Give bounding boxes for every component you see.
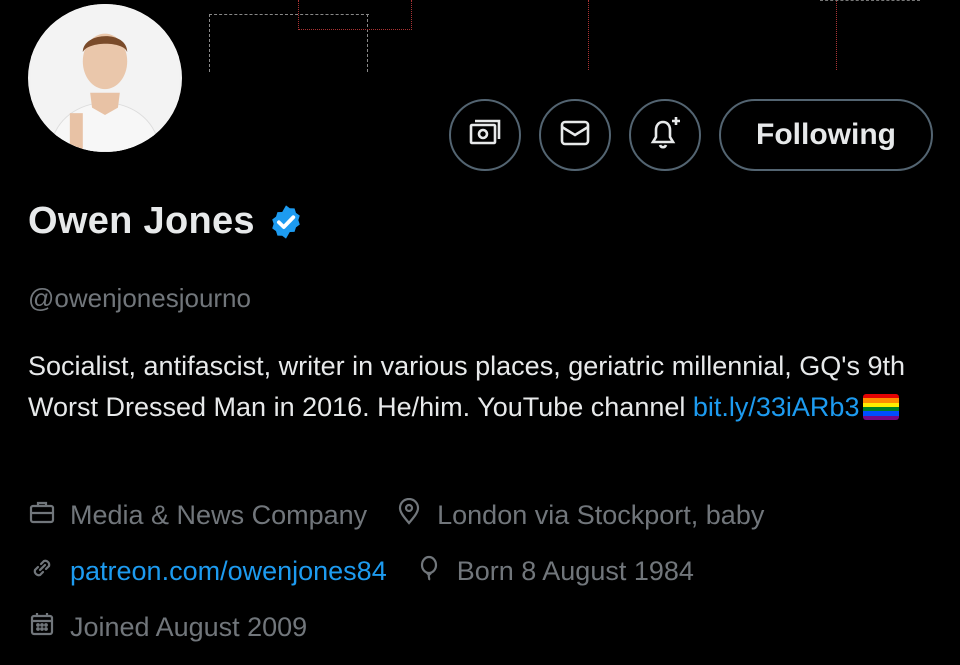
category-label: Media & News Company	[70, 500, 368, 530]
category-item: Media & News Company	[28, 498, 367, 533]
location-label: London via Stockport, baby	[437, 500, 765, 530]
display-name: Owen Jones	[28, 200, 255, 242]
verified-badge-icon[interactable]	[267, 203, 305, 241]
subscribe-button[interactable]	[449, 99, 521, 171]
envelope-icon	[555, 113, 595, 158]
balloon-icon	[415, 554, 443, 589]
profile-actions: Following	[449, 99, 933, 171]
briefcase-icon	[28, 498, 56, 533]
user-handle: @owenjonesjourno	[28, 283, 251, 313]
money-icon	[465, 113, 505, 158]
website-link[interactable]: patreon.com/owenjones84	[70, 556, 387, 587]
bell-plus-icon	[645, 113, 685, 158]
bio-link[interactable]: bit.ly/33iARb3	[693, 392, 860, 422]
message-button[interactable]	[539, 99, 611, 171]
birthday-item: Born 8 August 1984	[415, 554, 694, 589]
link-icon	[28, 554, 56, 589]
profile-bio: Socialist, antifascist, writer in variou…	[28, 346, 908, 428]
rainbow-flag-icon	[863, 394, 900, 420]
website-item: patreon.com/owenjones84	[28, 554, 387, 589]
avatar[interactable]	[24, 0, 186, 156]
following-button[interactable]: Following	[719, 99, 933, 171]
joined-item: Joined August 2009	[28, 610, 307, 645]
profile-meta-row-1: Media & News Company London via Stockpor…	[28, 497, 792, 533]
birthday-label: Born 8 August 1984	[456, 556, 694, 586]
profile-meta-row-3: Joined August 2009	[28, 610, 335, 645]
notifications-button[interactable]	[629, 99, 701, 171]
location-item: London via Stockport, baby	[395, 497, 765, 533]
calendar-icon	[28, 610, 56, 645]
joined-label: Joined August 2009	[70, 612, 308, 642]
location-pin-icon	[395, 497, 423, 533]
profile-meta-row-2: patreon.com/owenjones84 Born 8 August 19…	[28, 554, 722, 589]
profile-name-row: Owen Jones	[28, 200, 305, 243]
